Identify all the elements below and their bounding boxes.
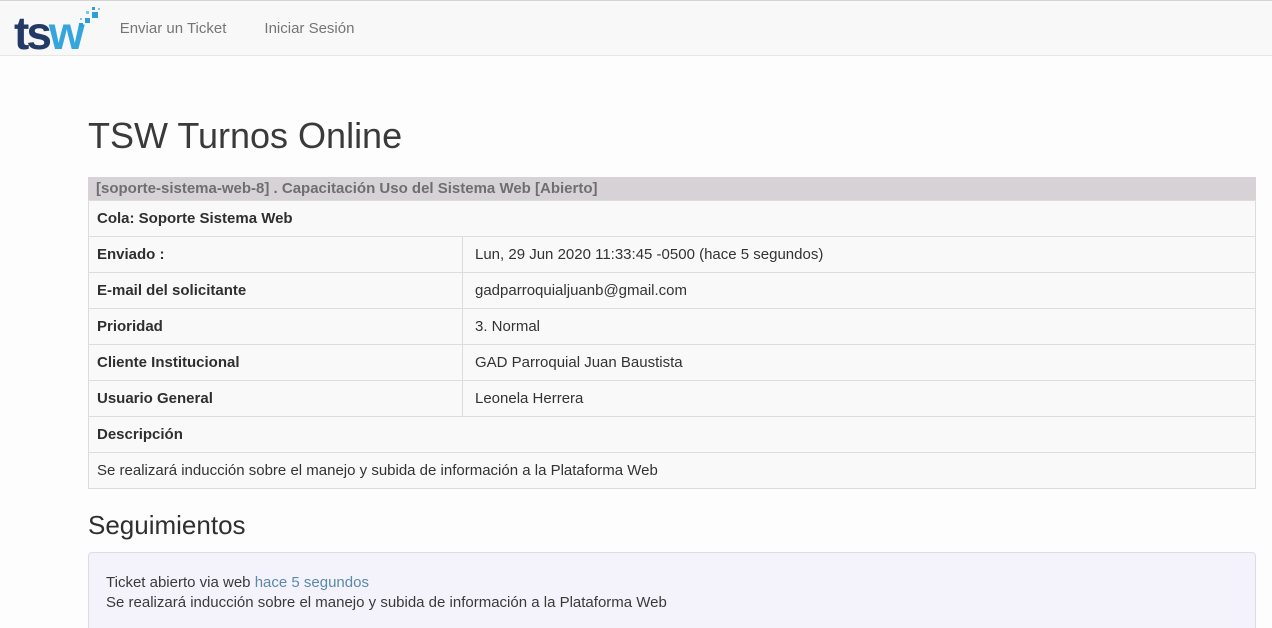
followups-section-title: Seguimientos [88,511,1256,541]
row-label-enviado: Enviado : [89,236,463,272]
logo-dots-icon [78,7,102,33]
table-row: Enviado : Lun, 29 Jun 2020 11:33:45 -050… [89,236,1256,272]
followup-time-link[interactable]: hace 5 segundos [255,574,369,591]
queue-label: Cola: Soporte Sistema Web [89,200,1256,236]
row-value-enviado: Lun, 29 Jun 2020 11:33:45 -0500 (hace 5 … [463,236,1256,272]
row-value-email: gadparroquialjuanb@gmail.com [463,272,1256,308]
table-row-queue: Cola: Soporte Sistema Web [89,200,1256,236]
row-label-email: E-mail del solicitante [89,272,463,308]
description-text: Se realizará inducción sobre el manejo y… [89,452,1256,488]
followup-entry: Ticket abierto via web hace 5 segundos S… [88,552,1256,628]
table-row: Prioridad 3. Normal [89,308,1256,344]
ticket-header-bar: [soporte-sistema-web-8] . Capacitación U… [88,177,1256,200]
table-row: E-mail del solicitante gadparroquialjuan… [89,272,1256,308]
row-value-usuario: Leonela Herrera [463,380,1256,416]
top-navbar: tsw Enviar un Ticket Iniciar Sesión [0,0,1272,56]
nav-links: Enviar un Ticket Iniciar Sesión [108,10,367,47]
row-label-cliente: Cliente Institucional [89,344,463,380]
followup-header: Ticket abierto via web hace 5 segundos [106,573,1238,593]
table-row-description-label: Descripción [89,416,1256,452]
row-value-cliente: GAD Parroquial Juan Baustista [463,344,1256,380]
tsw-logo[interactable]: tsw [14,1,82,55]
table-row: Cliente Institucional GAD Parroquial Jua… [89,344,1256,380]
description-label: Descripción [89,416,1256,452]
nav-link-iniciar-sesion[interactable]: Iniciar Sesión [252,10,366,47]
followup-message: Se realizará inducción sobre el manejo y… [106,593,1238,613]
ticket-details-table: Cola: Soporte Sistema Web Enviado : Lun,… [88,200,1256,489]
row-label-prioridad: Prioridad [89,308,463,344]
row-value-prioridad: 3. Normal [463,308,1256,344]
table-row: Usuario General Leonela Herrera [89,380,1256,416]
nav-link-enviar-ticket[interactable]: Enviar un Ticket [108,10,239,47]
table-row-description-value: Se realizará inducción sobre el manejo y… [89,452,1256,488]
row-label-usuario: Usuario General [89,380,463,416]
followup-event-text: Ticket abierto via web [106,574,251,591]
page-title: TSW Turnos Online [88,116,1256,156]
main-content: TSW Turnos Online [soporte-sistema-web-8… [88,116,1256,628]
logo-text-ts: ts [14,13,49,53]
